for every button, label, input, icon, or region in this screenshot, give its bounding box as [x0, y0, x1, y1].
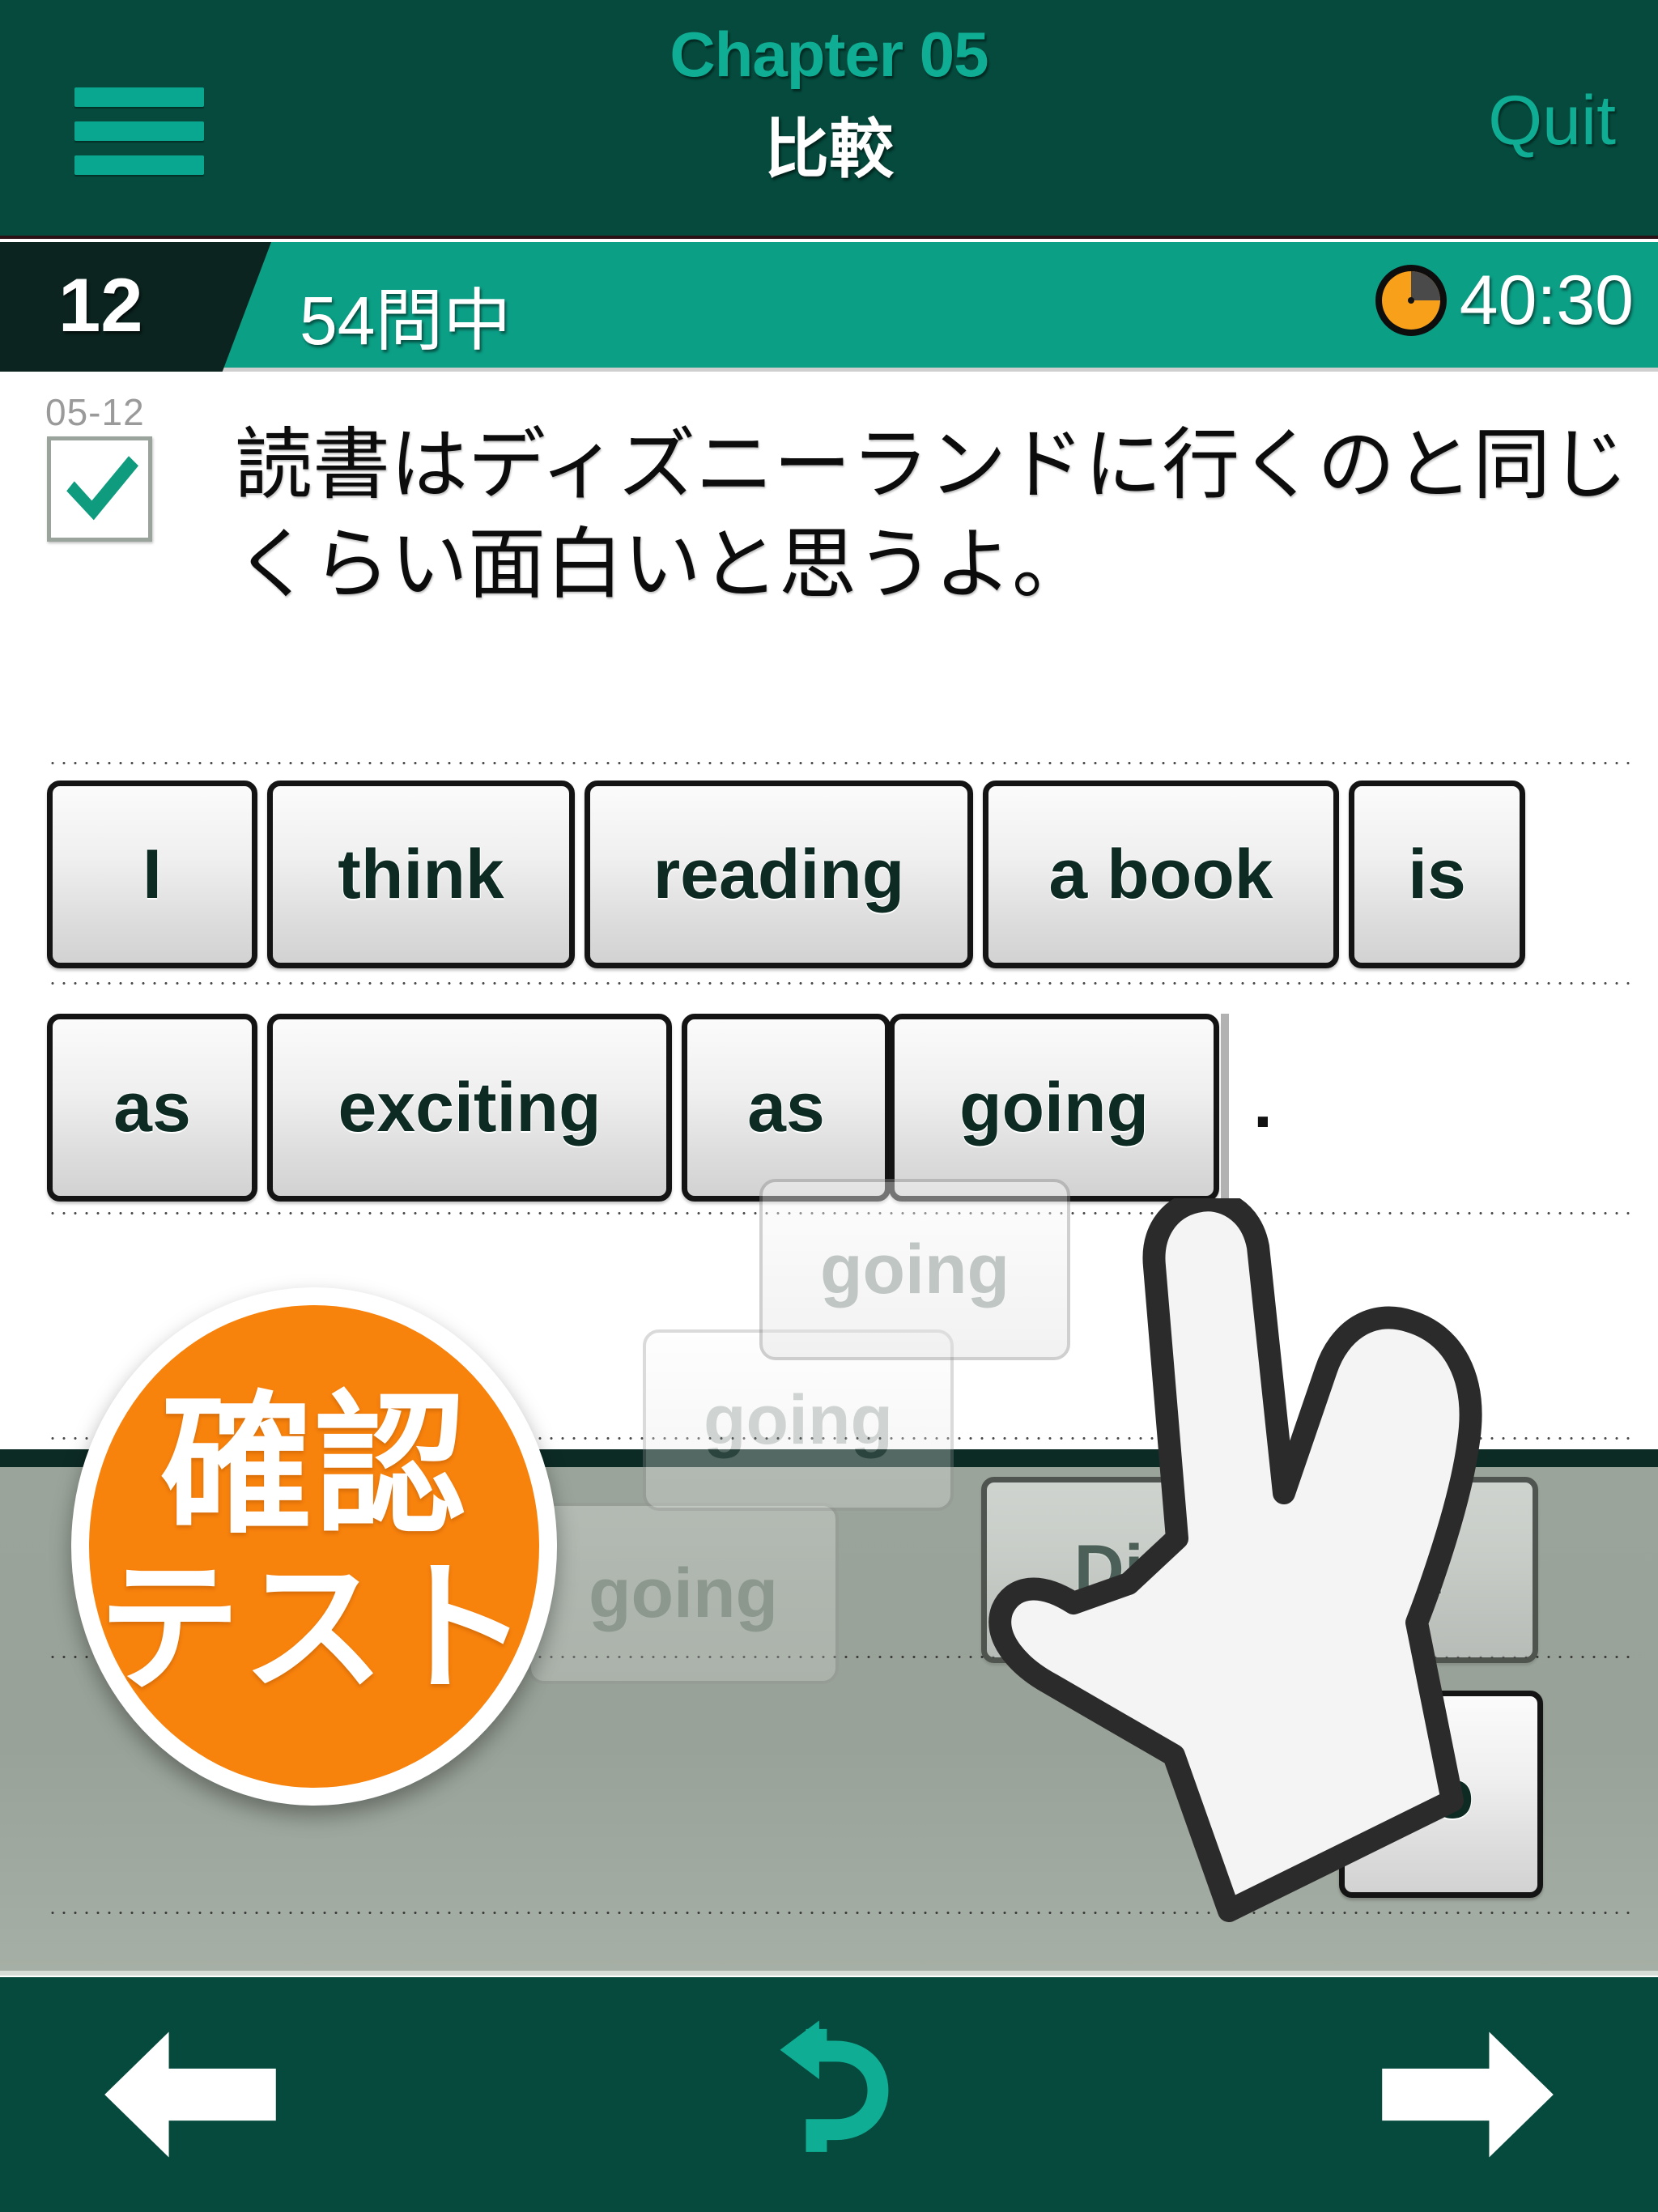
current-question-number: 12: [58, 262, 143, 347]
confirmation-test-badge: 確認 テスト: [71, 1287, 557, 1806]
drag-ghost-tile: going: [759, 1179, 1070, 1360]
guide-line: [47, 981, 1634, 985]
check-mark-icon: [66, 456, 138, 521]
answer-tile[interactable]: I: [47, 781, 257, 968]
guide-line: [47, 1911, 1634, 1915]
badge-line-1: 確認: [160, 1380, 468, 1551]
text-caret: [1221, 1014, 1229, 1202]
chapter-subtitle: 比較: [764, 113, 894, 185]
answer-tile[interactable]: as: [682, 1014, 891, 1202]
question-text: 読書はディズニーランドに行くのと同じくらい面白いと思うよ。: [235, 422, 1629, 608]
arrow-right-icon[interactable]: [1375, 2026, 1561, 2163]
quiz-screen: Chapter 05 比較 Quit 12 54問中 40:30 05-12 読…: [0, 0, 1658, 2212]
app-header: Chapter 05 比較 Quit: [0, 0, 1658, 239]
word-bank-tile[interactable]: Disneyland: [981, 1477, 1538, 1663]
question-id: 05-12: [45, 391, 145, 433]
answer-tile[interactable]: as: [47, 1014, 257, 1202]
question-panel: 05-12 読書はディズニーランドに行くのと同じくらい面白いと思うよ。: [0, 376, 1658, 756]
chapter-title: Chapter 05: [670, 19, 988, 90]
quit-button[interactable]: Quit: [1488, 81, 1616, 161]
word-bank-tile[interactable]: to: [1339, 1691, 1543, 1898]
answer-tile[interactable]: is: [1349, 781, 1525, 968]
answer-tile[interactable]: think: [267, 781, 575, 968]
arrow-left-icon[interactable]: [97, 2026, 283, 2163]
guide-line: [47, 761, 1634, 765]
question-checkbox[interactable]: [47, 436, 152, 542]
timer-value: 40:30: [1459, 261, 1634, 339]
answer-tile[interactable]: going: [889, 1014, 1219, 1202]
footer-nav: [0, 1977, 1658, 2212]
question-total-label: 54問中: [300, 283, 512, 359]
progress-bar: 12 54問中 40:30: [0, 242, 1658, 372]
clock-icon: [1375, 265, 1447, 336]
drag-ghost-tile: going: [528, 1503, 839, 1684]
badge-line-2: テスト: [97, 1549, 530, 1708]
timer-group: 40:30: [1371, 260, 1634, 341]
answer-tile[interactable]: a book: [983, 781, 1339, 968]
sentence-terminator: .: [1253, 1065, 1273, 1142]
answer-tile[interactable]: reading: [585, 781, 973, 968]
answer-tile[interactable]: exciting: [267, 1014, 672, 1202]
undo-arrow-icon[interactable]: [736, 2018, 922, 2172]
